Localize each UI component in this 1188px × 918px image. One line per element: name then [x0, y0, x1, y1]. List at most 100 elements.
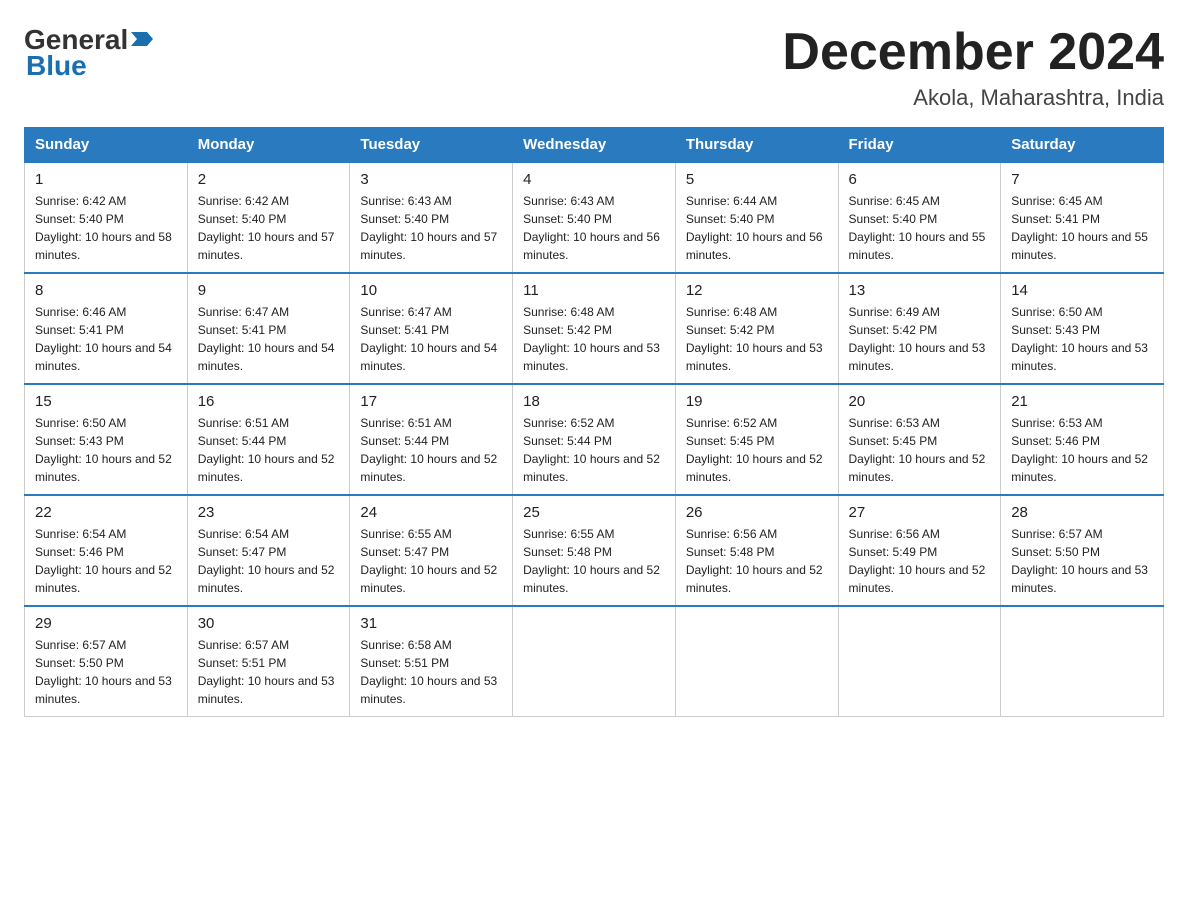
- day-header-friday: Friday: [838, 128, 1001, 163]
- calendar-day-cell: 7 Sunrise: 6:45 AM Sunset: 5:41 PM Dayli…: [1001, 162, 1164, 273]
- day-number: 17: [360, 393, 502, 410]
- logo-blue-text: Blue: [26, 50, 87, 81]
- day-info: Sunrise: 6:56 AM Sunset: 5:49 PM Dayligh…: [849, 525, 991, 597]
- calendar-day-cell: 10 Sunrise: 6:47 AM Sunset: 5:41 PM Dayl…: [350, 273, 513, 384]
- calendar-week-row: 8 Sunrise: 6:46 AM Sunset: 5:41 PM Dayli…: [25, 273, 1164, 384]
- day-number: 15: [35, 393, 177, 410]
- calendar-day-cell: 22 Sunrise: 6:54 AM Sunset: 5:46 PM Dayl…: [25, 495, 188, 606]
- day-number: 13: [849, 282, 991, 299]
- day-number: 10: [360, 282, 502, 299]
- calendar-day-cell: 1 Sunrise: 6:42 AM Sunset: 5:40 PM Dayli…: [25, 162, 188, 273]
- day-header-wednesday: Wednesday: [513, 128, 676, 163]
- calendar-day-cell: [675, 606, 838, 717]
- calendar-day-cell: 23 Sunrise: 6:54 AM Sunset: 5:47 PM Dayl…: [187, 495, 350, 606]
- calendar-day-cell: 5 Sunrise: 6:44 AM Sunset: 5:40 PM Dayli…: [675, 162, 838, 273]
- calendar-day-cell: 17 Sunrise: 6:51 AM Sunset: 5:44 PM Dayl…: [350, 384, 513, 495]
- location-subtitle: Akola, Maharashtra, India: [782, 85, 1164, 111]
- day-number: 20: [849, 393, 991, 410]
- day-number: 29: [35, 615, 177, 632]
- day-number: 14: [1011, 282, 1153, 299]
- day-info: Sunrise: 6:50 AM Sunset: 5:43 PM Dayligh…: [35, 414, 177, 486]
- day-info: Sunrise: 6:52 AM Sunset: 5:44 PM Dayligh…: [523, 414, 665, 486]
- calendar-day-cell: 16 Sunrise: 6:51 AM Sunset: 5:44 PM Dayl…: [187, 384, 350, 495]
- calendar-day-cell: 30 Sunrise: 6:57 AM Sunset: 5:51 PM Dayl…: [187, 606, 350, 717]
- calendar-day-cell: 2 Sunrise: 6:42 AM Sunset: 5:40 PM Dayli…: [187, 162, 350, 273]
- day-info: Sunrise: 6:57 AM Sunset: 5:50 PM Dayligh…: [1011, 525, 1153, 597]
- day-info: Sunrise: 6:51 AM Sunset: 5:44 PM Dayligh…: [198, 414, 340, 486]
- day-number: 26: [686, 504, 828, 521]
- day-number: 31: [360, 615, 502, 632]
- calendar-week-row: 29 Sunrise: 6:57 AM Sunset: 5:50 PM Dayl…: [25, 606, 1164, 717]
- day-info: Sunrise: 6:52 AM Sunset: 5:45 PM Dayligh…: [686, 414, 828, 486]
- day-info: Sunrise: 6:48 AM Sunset: 5:42 PM Dayligh…: [686, 303, 828, 375]
- day-number: 22: [35, 504, 177, 521]
- day-header-tuesday: Tuesday: [350, 128, 513, 163]
- calendar-day-cell: 15 Sunrise: 6:50 AM Sunset: 5:43 PM Dayl…: [25, 384, 188, 495]
- day-info: Sunrise: 6:43 AM Sunset: 5:40 PM Dayligh…: [523, 192, 665, 264]
- day-number: 21: [1011, 393, 1153, 410]
- calendar-day-cell: 9 Sunrise: 6:47 AM Sunset: 5:41 PM Dayli…: [187, 273, 350, 384]
- calendar-day-cell: 13 Sunrise: 6:49 AM Sunset: 5:42 PM Dayl…: [838, 273, 1001, 384]
- day-info: Sunrise: 6:48 AM Sunset: 5:42 PM Dayligh…: [523, 303, 665, 375]
- calendar-day-cell: 3 Sunrise: 6:43 AM Sunset: 5:40 PM Dayli…: [350, 162, 513, 273]
- day-number: 30: [198, 615, 340, 632]
- day-info: Sunrise: 6:55 AM Sunset: 5:48 PM Dayligh…: [523, 525, 665, 597]
- day-info: Sunrise: 6:54 AM Sunset: 5:46 PM Dayligh…: [35, 525, 177, 597]
- calendar-day-cell: 28 Sunrise: 6:57 AM Sunset: 5:50 PM Dayl…: [1001, 495, 1164, 606]
- day-info: Sunrise: 6:54 AM Sunset: 5:47 PM Dayligh…: [198, 525, 340, 597]
- day-info: Sunrise: 6:57 AM Sunset: 5:50 PM Dayligh…: [35, 636, 177, 708]
- calendar-day-cell: 8 Sunrise: 6:46 AM Sunset: 5:41 PM Dayli…: [25, 273, 188, 384]
- logo: General Blue: [24, 24, 153, 82]
- calendar-day-cell: 20 Sunrise: 6:53 AM Sunset: 5:45 PM Dayl…: [838, 384, 1001, 495]
- calendar-week-row: 1 Sunrise: 6:42 AM Sunset: 5:40 PM Dayli…: [25, 162, 1164, 273]
- logo-arrow-icon: [131, 28, 153, 50]
- day-number: 19: [686, 393, 828, 410]
- day-info: Sunrise: 6:43 AM Sunset: 5:40 PM Dayligh…: [360, 192, 502, 264]
- day-number: 16: [198, 393, 340, 410]
- calendar-day-cell: 19 Sunrise: 6:52 AM Sunset: 5:45 PM Dayl…: [675, 384, 838, 495]
- day-info: Sunrise: 6:42 AM Sunset: 5:40 PM Dayligh…: [198, 192, 340, 264]
- calendar-day-cell: 21 Sunrise: 6:53 AM Sunset: 5:46 PM Dayl…: [1001, 384, 1164, 495]
- day-info: Sunrise: 6:45 AM Sunset: 5:40 PM Dayligh…: [849, 192, 991, 264]
- day-number: 28: [1011, 504, 1153, 521]
- day-info: Sunrise: 6:47 AM Sunset: 5:41 PM Dayligh…: [360, 303, 502, 375]
- day-header-thursday: Thursday: [675, 128, 838, 163]
- day-info: Sunrise: 6:42 AM Sunset: 5:40 PM Dayligh…: [35, 192, 177, 264]
- calendar-day-cell: 25 Sunrise: 6:55 AM Sunset: 5:48 PM Dayl…: [513, 495, 676, 606]
- day-number: 1: [35, 171, 177, 188]
- day-number: 4: [523, 171, 665, 188]
- calendar-table: SundayMondayTuesdayWednesdayThursdayFrid…: [24, 127, 1164, 717]
- calendar-day-cell: 6 Sunrise: 6:45 AM Sunset: 5:40 PM Dayli…: [838, 162, 1001, 273]
- day-info: Sunrise: 6:44 AM Sunset: 5:40 PM Dayligh…: [686, 192, 828, 264]
- day-header-sunday: Sunday: [25, 128, 188, 163]
- day-number: 6: [849, 171, 991, 188]
- day-number: 24: [360, 504, 502, 521]
- day-number: 11: [523, 282, 665, 299]
- calendar-day-cell: 27 Sunrise: 6:56 AM Sunset: 5:49 PM Dayl…: [838, 495, 1001, 606]
- calendar-day-cell: 18 Sunrise: 6:52 AM Sunset: 5:44 PM Dayl…: [513, 384, 676, 495]
- day-info: Sunrise: 6:50 AM Sunset: 5:43 PM Dayligh…: [1011, 303, 1153, 375]
- calendar-day-cell: [1001, 606, 1164, 717]
- day-info: Sunrise: 6:53 AM Sunset: 5:45 PM Dayligh…: [849, 414, 991, 486]
- day-info: Sunrise: 6:49 AM Sunset: 5:42 PM Dayligh…: [849, 303, 991, 375]
- day-info: Sunrise: 6:51 AM Sunset: 5:44 PM Dayligh…: [360, 414, 502, 486]
- day-number: 27: [849, 504, 991, 521]
- day-number: 7: [1011, 171, 1153, 188]
- day-number: 3: [360, 171, 502, 188]
- calendar-day-cell: 14 Sunrise: 6:50 AM Sunset: 5:43 PM Dayl…: [1001, 273, 1164, 384]
- day-info: Sunrise: 6:46 AM Sunset: 5:41 PM Dayligh…: [35, 303, 177, 375]
- calendar-week-row: 15 Sunrise: 6:50 AM Sunset: 5:43 PM Dayl…: [25, 384, 1164, 495]
- day-header-monday: Monday: [187, 128, 350, 163]
- calendar-day-cell: 29 Sunrise: 6:57 AM Sunset: 5:50 PM Dayl…: [25, 606, 188, 717]
- calendar-day-cell: 12 Sunrise: 6:48 AM Sunset: 5:42 PM Dayl…: [675, 273, 838, 384]
- calendar-header-row: SundayMondayTuesdayWednesdayThursdayFrid…: [25, 128, 1164, 163]
- day-number: 23: [198, 504, 340, 521]
- calendar-day-cell: 11 Sunrise: 6:48 AM Sunset: 5:42 PM Dayl…: [513, 273, 676, 384]
- calendar-day-cell: 31 Sunrise: 6:58 AM Sunset: 5:51 PM Dayl…: [350, 606, 513, 717]
- day-info: Sunrise: 6:57 AM Sunset: 5:51 PM Dayligh…: [198, 636, 340, 708]
- calendar-day-cell: 26 Sunrise: 6:56 AM Sunset: 5:48 PM Dayl…: [675, 495, 838, 606]
- calendar-day-cell: [513, 606, 676, 717]
- day-info: Sunrise: 6:45 AM Sunset: 5:41 PM Dayligh…: [1011, 192, 1153, 264]
- day-number: 5: [686, 171, 828, 188]
- day-number: 8: [35, 282, 177, 299]
